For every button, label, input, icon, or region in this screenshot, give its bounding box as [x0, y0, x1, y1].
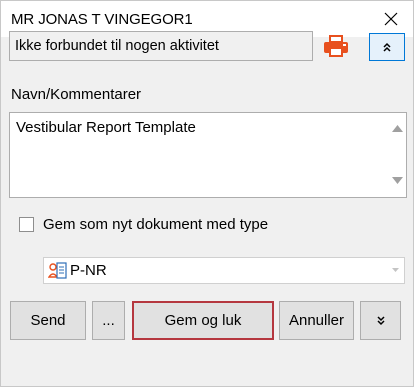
scroll-down-icon[interactable]	[391, 176, 404, 186]
collapse-button[interactable]	[369, 33, 405, 61]
printer-icon	[324, 35, 348, 57]
close-icon	[384, 12, 398, 26]
document-type-value: P-NR	[70, 262, 107, 279]
comments-text: Vestibular Report Template	[16, 119, 196, 136]
patient-document-icon	[48, 262, 67, 279]
save-as-new-checkbox-row[interactable]: Gem som nyt dokument med type	[19, 214, 268, 234]
document-dialog: MR JONAS T VINGEGOR1 Ikke forbundet til …	[0, 0, 414, 387]
dialog-body: Ikke forbundet til nogen aktivitet Navn/…	[1, 31, 413, 386]
save-and-close-button[interactable]: Gem og luk	[132, 301, 274, 340]
save-as-new-checkbox[interactable]	[19, 216, 34, 232]
dropdown-arrow[interactable]	[386, 258, 404, 283]
cancel-button[interactable]: Annuller	[279, 301, 354, 340]
expand-button[interactable]	[360, 301, 401, 340]
window-title: MR JONAS T VINGEGOR1	[11, 11, 193, 28]
chevron-down-icon	[391, 268, 399, 272]
activity-field: Ikke forbundet til nogen aktivitet	[9, 31, 313, 61]
document-type-select[interactable]: P-NR	[43, 257, 405, 284]
scroll-up-icon[interactable]	[391, 123, 404, 133]
save-as-new-label: Gem som nyt dokument med type	[43, 215, 269, 233]
activity-row: Ikke forbundet til nogen aktivitet	[9, 31, 407, 63]
comments-label: Navn/Kommentarer	[11, 86, 142, 103]
print-button[interactable]	[319, 31, 353, 61]
chevron-double-down-icon	[376, 315, 385, 325]
more-options-button[interactable]: ...	[92, 301, 125, 340]
comments-scrollbar[interactable]	[389, 113, 406, 197]
comments-textarea[interactable]: Vestibular Report Template	[9, 112, 407, 198]
activity-text: Ikke forbundet til nogen aktivitet	[15, 38, 219, 54]
send-button[interactable]: Send	[10, 301, 86, 340]
chevron-double-up-icon	[383, 42, 391, 52]
